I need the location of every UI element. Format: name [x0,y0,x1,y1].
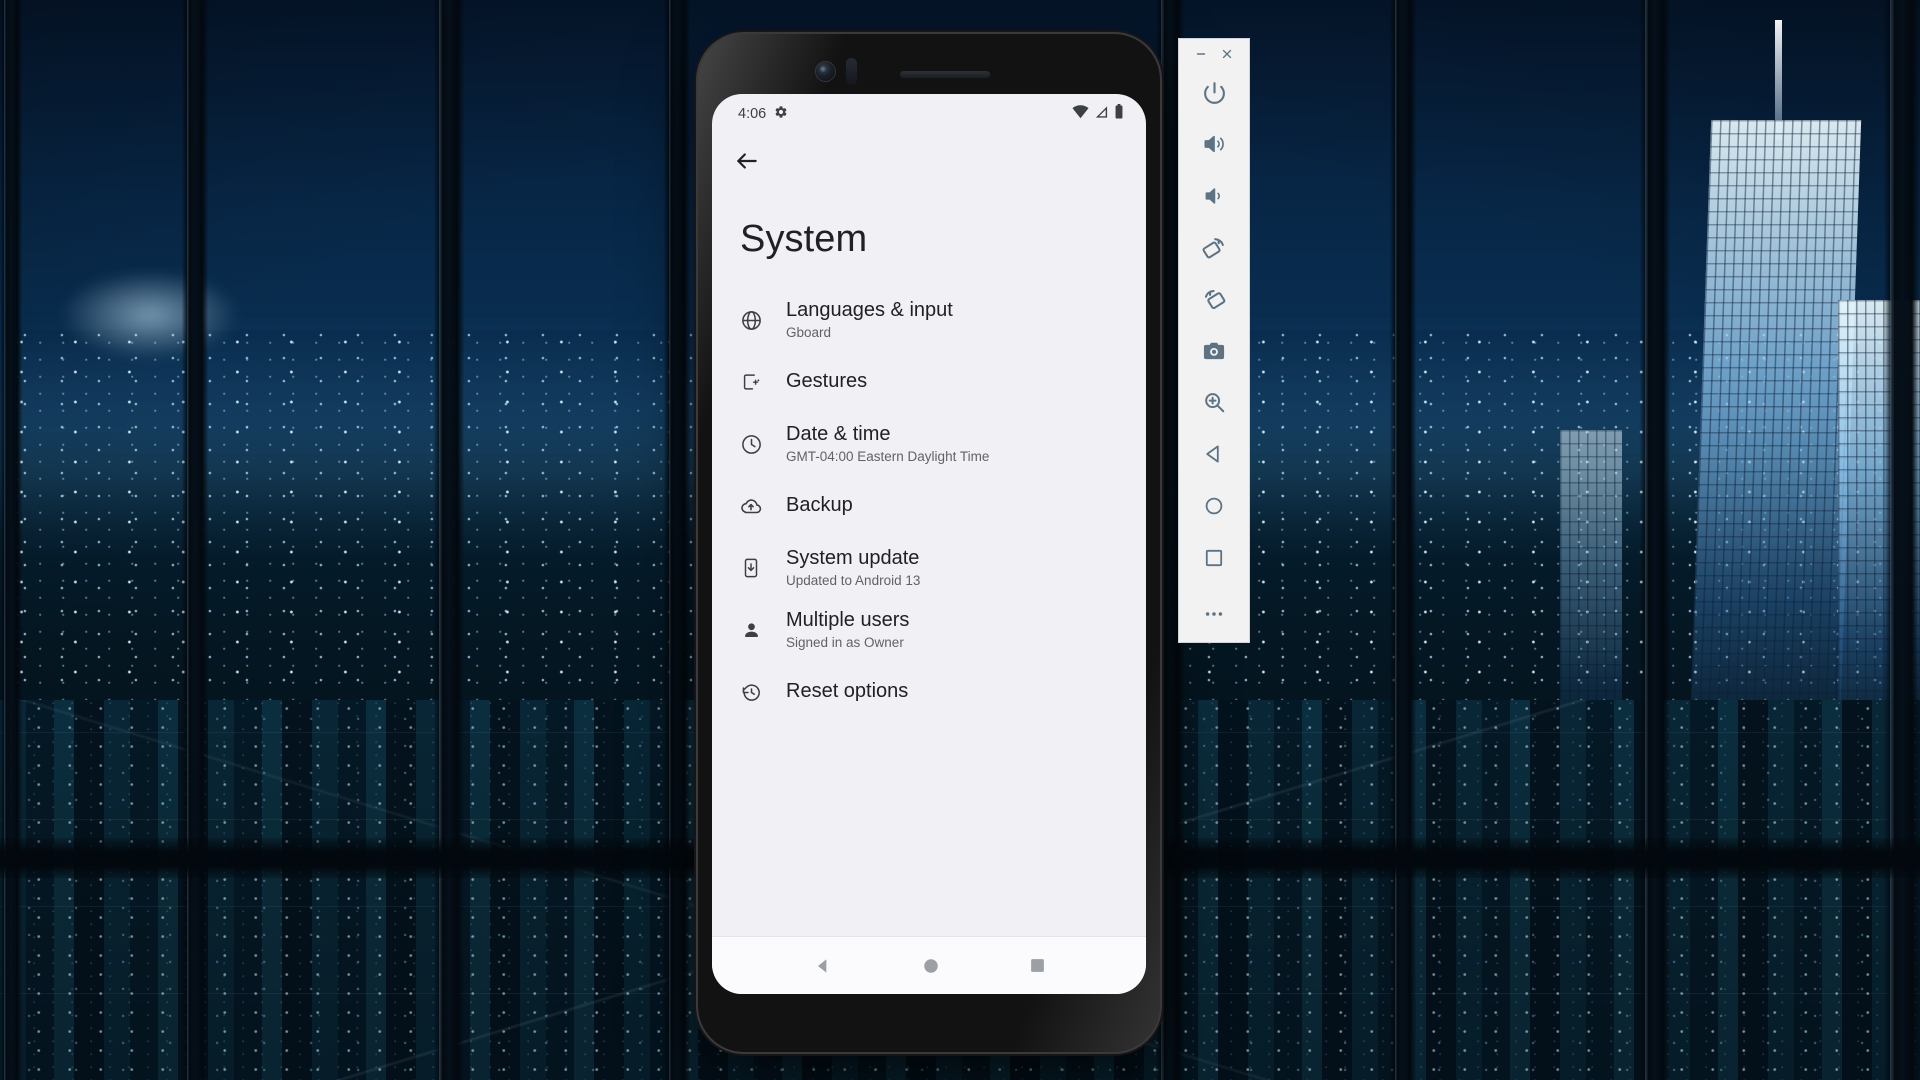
settings-row-text: System update Updated to Android 13 [786,547,920,589]
rotate-left-icon [1201,234,1228,266]
gestures-phone-icon [738,369,764,395]
status-bar-right [1072,104,1124,124]
settings-row-gestures[interactable]: Gestures [712,351,1146,413]
clock-icon [738,431,764,457]
history-restore-icon [738,679,764,705]
window-mullion [1390,0,1416,1080]
toolbar-window-buttons [1179,39,1249,69]
nav-home-button[interactable] [922,957,940,975]
more-button[interactable] [1188,590,1240,642]
ellipsis-icon [1202,602,1226,631]
settings-row-title: System update [786,547,920,570]
globe-icon [738,307,764,333]
settings-row-system-update[interactable]: System update Updated to Android 13 [712,537,1146,599]
status-bar-left: 4:06 [738,105,788,123]
window-mullion [182,0,208,1080]
settings-row-text: Backup [786,494,853,518]
close-icon[interactable] [1218,45,1236,63]
status-bar-time: 4:06 [738,106,767,122]
window-mullion [434,0,464,1080]
front-camera-icon [816,62,835,81]
volume-down-icon [1201,183,1227,214]
earpiece-speaker-icon [900,71,990,78]
settings-row-title: Date & time [786,423,891,446]
emulator-back-button[interactable] [1188,431,1240,483]
settings-row-backup[interactable]: Backup [712,475,1146,537]
page-title: System [740,218,868,260]
battery-icon [1114,104,1124,124]
emulator-home-button[interactable] [1188,483,1240,535]
power-button[interactable] [1188,69,1240,121]
settings-row-reset-options[interactable]: Reset options [712,661,1146,723]
person-icon [738,617,764,643]
city-glow-left [60,270,240,360]
window-mullion [664,0,690,1080]
square-icon [1202,546,1226,575]
skyscraper-main [1688,120,1862,760]
system-update-icon [738,555,764,581]
nav-back-button[interactable] [813,956,833,976]
settings-row-text: Multiple users Signed in as Owner [786,609,909,651]
volume-up-icon [1201,131,1227,162]
settings-row-subtitle: Updated to Android 13 [786,572,921,588]
wifi-icon [1072,104,1089,124]
circle-icon [1202,494,1226,523]
rotate-right-icon [1201,286,1228,318]
settings-row-text: Reset options [786,680,908,704]
emulator-overview-button[interactable] [1188,534,1240,586]
power-icon [1202,80,1227,110]
settings-row-text: Languages & input Gboard [786,299,953,341]
settings-row-text: Date & time GMT-04:00 Eastern Daylight T… [786,423,989,465]
volume-down-button[interactable] [1188,172,1240,224]
settings-row-subtitle: Gboard [786,324,832,340]
window-mullion [1884,0,1920,1080]
settings-row-multiple-users[interactable]: Multiple users Signed in as Owner [712,599,1146,661]
emulator-toolbar [1178,38,1250,643]
cellular-signal-icon [1094,105,1109,124]
settings-row-title: Languages & input [786,299,953,322]
android-navigation-bar [712,936,1146,994]
settings-row-title: Reset options [786,680,909,703]
settings-list: Languages & input Gboard Gestures Date &… [712,261,1146,723]
settings-row-title: Multiple users [786,609,910,632]
back-arrow-icon[interactable] [734,148,764,178]
phone-screen: 4:06 System Languages & input Gboard Ges… [712,94,1146,994]
settings-row-subtitle: Signed in as Owner [786,634,904,650]
app-bar [712,134,1146,192]
proximity-sensor-icon [846,58,857,85]
rotate-left-button[interactable] [1188,224,1240,276]
status-bar: 4:06 [712,94,1146,134]
rotate-right-button[interactable] [1188,276,1240,328]
volume-up-button[interactable] [1188,121,1240,173]
settings-row-text: Gestures [786,370,867,394]
settings-row-languages-input[interactable]: Languages & input Gboard [712,289,1146,351]
window-mullion [1640,0,1670,1080]
settings-row-date-time[interactable]: Date & time GMT-04:00 Eastern Daylight T… [712,413,1146,475]
minimize-icon[interactable] [1192,45,1210,63]
zoom-button[interactable] [1188,379,1240,431]
gear-icon [774,105,788,123]
magnifier-plus-icon [1202,390,1227,420]
settings-row-title: Gestures [786,370,868,393]
settings-row-title: Backup [786,494,853,517]
triangle-left-icon [1202,442,1226,471]
camera-icon [1201,338,1227,369]
window-mullion [0,0,22,1080]
cloud-upload-icon [738,493,764,519]
settings-row-subtitle: GMT-04:00 Eastern Daylight Time [786,448,990,464]
screenshot-button[interactable] [1188,328,1240,380]
nav-recents-button[interactable] [1029,957,1046,974]
